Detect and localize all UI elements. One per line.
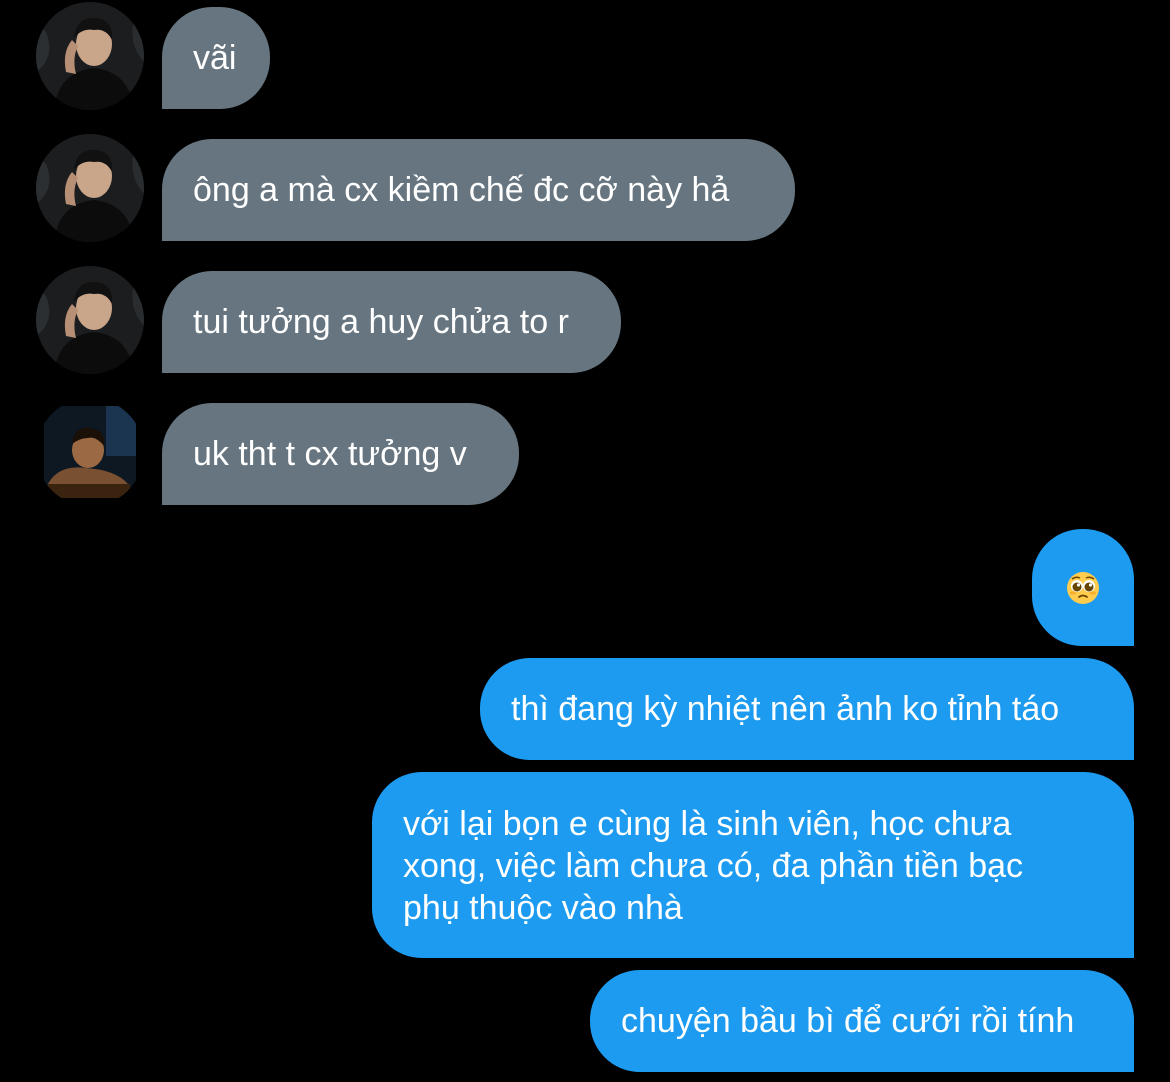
message-bubble-incoming[interactable]: ông a mà cx kiềm chế đc cỡ này hả bbox=[162, 139, 795, 241]
person-photo-icon bbox=[36, 134, 144, 242]
message-bubble-outgoing[interactable] bbox=[1032, 529, 1134, 646]
message-text: tui tưởng a huy chửa to r bbox=[193, 303, 569, 341]
message-text: thì đang kỳ nhiệt nên ảnh ko tỉnh táo bbox=[511, 690, 1060, 728]
message-bubble-outgoing[interactable]: thì đang kỳ nhiệt nên ảnh ko tỉnh táo bbox=[480, 658, 1134, 760]
person-photo-icon bbox=[36, 266, 144, 374]
message-bubble-outgoing[interactable]: với lại bọn e cùng là sinh viên, học chư… bbox=[372, 772, 1134, 958]
sender-avatar[interactable] bbox=[36, 398, 144, 506]
message-bubble-incoming[interactable]: tui tưởng a huy chửa to r bbox=[162, 271, 621, 373]
message-text: với lại bọn e cùng là sinh viên, học chư… bbox=[403, 805, 1024, 927]
pleading-face-icon bbox=[1067, 571, 1099, 604]
sender-avatar[interactable] bbox=[36, 266, 144, 374]
message-text: ông a mà cx kiềm chế đc cỡ này hả bbox=[193, 171, 730, 209]
message-text: uk tht t cx tưởng v bbox=[193, 435, 467, 473]
message-bubble-incoming[interactable]: uk tht t cx tưởng v bbox=[162, 403, 519, 505]
person-photo-icon bbox=[36, 398, 144, 506]
person-photo-icon bbox=[36, 2, 144, 110]
message-bubble-outgoing[interactable]: chuyện bầu bì để cưới rồi tính bbox=[590, 970, 1134, 1072]
message-text: chuyện bầu bì để cưới rồi tính bbox=[621, 1002, 1075, 1040]
sender-avatar[interactable] bbox=[36, 2, 144, 110]
sender-avatar[interactable] bbox=[36, 134, 144, 242]
message-text: vãi bbox=[193, 39, 237, 77]
message-bubble-incoming[interactable]: vãi bbox=[162, 7, 270, 109]
